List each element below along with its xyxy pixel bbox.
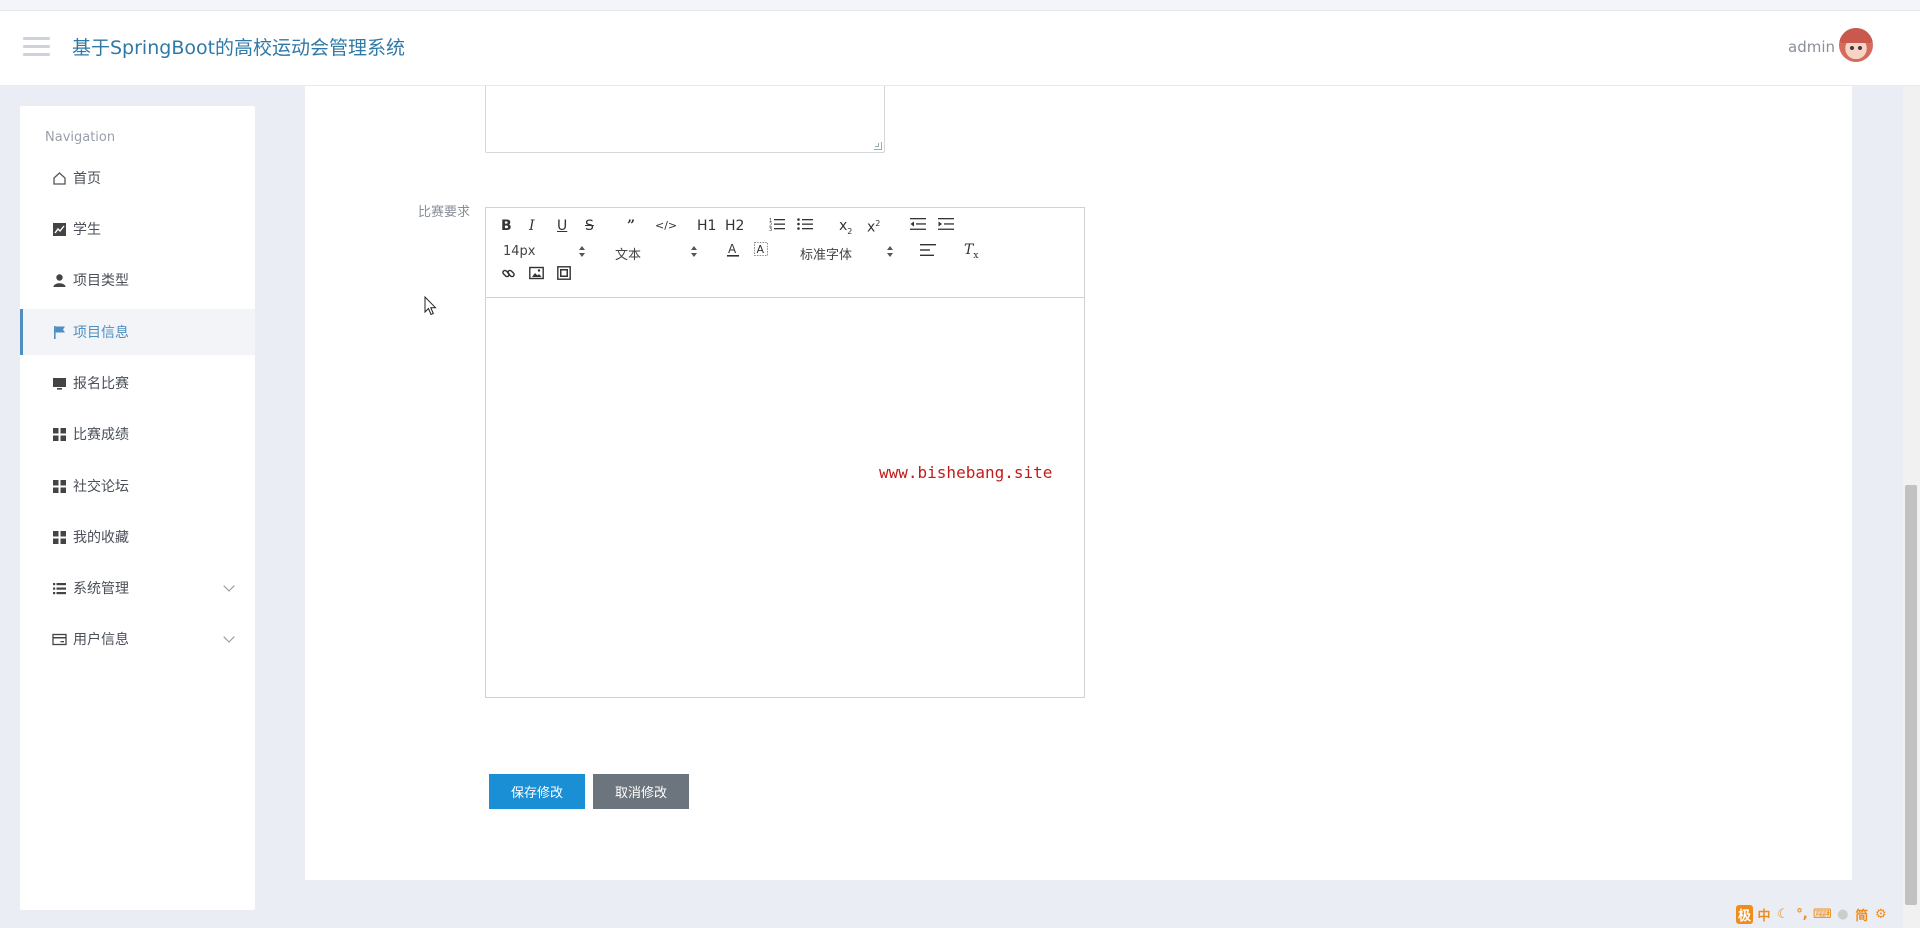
- sidebar-item-favorites[interactable]: 我的收藏: [20, 514, 255, 560]
- chevron-down-icon: [223, 631, 235, 643]
- punctuation-icon[interactable]: °,: [1794, 907, 1810, 922]
- italic-icon[interactable]: I: [529, 218, 535, 234]
- font-size-select[interactable]: 14px: [503, 244, 536, 259]
- code-block-icon[interactable]: </>: [655, 218, 677, 234]
- card-icon: [52, 632, 67, 647]
- clear-format-icon[interactable]: Tx: [964, 242, 978, 264]
- link-icon[interactable]: [501, 266, 516, 285]
- font-family-select[interactable]: 标准字体: [800, 244, 852, 263]
- mouse-pointer-icon: [424, 295, 437, 320]
- user-icon: [52, 273, 67, 288]
- sidebar-item-label: 系统管理: [73, 581, 129, 597]
- rich-text-editor: B I U S ” </> H1 H2 123 x2 x2 14px 文本 A …: [485, 207, 1085, 698]
- sidebar-item-match-results[interactable]: 比赛成绩: [20, 411, 255, 457]
- sidebar-item-label: 我的收藏: [73, 530, 129, 546]
- home-icon: [52, 171, 67, 186]
- image-icon[interactable]: [529, 266, 544, 284]
- bold-icon[interactable]: B: [501, 218, 512, 234]
- menu-toggle-icon[interactable]: [23, 36, 50, 58]
- ime-logo[interactable]: 极: [1736, 904, 1754, 924]
- grid-icon: [52, 530, 67, 545]
- strikethrough-icon[interactable]: S: [585, 218, 594, 234]
- grid-icon: [52, 427, 67, 442]
- gear-icon[interactable]: ⚙: [1873, 907, 1889, 922]
- list-icon: [52, 581, 67, 596]
- grid-icon: [52, 479, 67, 494]
- subscript-icon[interactable]: x2: [839, 218, 852, 240]
- user-icon[interactable]: ●: [1835, 907, 1851, 922]
- sidebar-item-system-management[interactable]: 系统管理: [20, 565, 255, 611]
- requirement-label: 比赛要求: [418, 205, 471, 220]
- sidebar-item-user-info[interactable]: 用户信息: [20, 616, 255, 662]
- nav-heading: Navigation: [45, 130, 116, 145]
- text-style-select[interactable]: 文本: [615, 244, 641, 263]
- ime-simplified[interactable]: 简: [1854, 905, 1870, 924]
- cancel-button[interactable]: 取消修改: [593, 774, 689, 809]
- sidebar-item-register-match[interactable]: 报名比赛: [20, 360, 255, 406]
- user-name[interactable]: admin: [1788, 38, 1835, 56]
- svg-text:A: A: [757, 243, 765, 256]
- select-arrows-icon: [887, 246, 893, 258]
- underline-icon[interactable]: U: [557, 218, 567, 234]
- sidebar-item-project-type[interactable]: 项目类型: [20, 257, 255, 303]
- sidebar-item-label: 用户信息: [73, 632, 129, 648]
- heading-1-icon[interactable]: H1: [697, 218, 716, 234]
- sidebar-item-label: 首页: [73, 171, 101, 187]
- sidebar-item-label: 报名比赛: [73, 376, 129, 392]
- chevron-down-icon: [223, 580, 235, 592]
- sidebar-item-students[interactable]: 学生: [20, 206, 255, 252]
- resize-handle-icon[interactable]: [874, 142, 882, 150]
- ime-mode-chinese[interactable]: 中: [1756, 905, 1772, 924]
- app-title: 基于SpringBoot的高校运动会管理系统: [72, 37, 406, 59]
- select-arrows-icon: [691, 246, 697, 258]
- blockquote-icon[interactable]: ”: [627, 218, 635, 234]
- heading-2-icon[interactable]: H2: [725, 218, 744, 234]
- video-icon[interactable]: [557, 266, 571, 284]
- sidebar-item-label: 项目类型: [73, 273, 129, 289]
- select-arrows-icon: [579, 246, 585, 258]
- outdent-icon[interactable]: [910, 217, 926, 235]
- avatar[interactable]: [1839, 28, 1873, 62]
- moon-icon[interactable]: ☾: [1775, 907, 1791, 922]
- scrollbar-thumb[interactable]: [1905, 485, 1917, 905]
- keyboard-icon[interactable]: ⌨: [1813, 907, 1832, 922]
- sidebar-item-home[interactable]: 首页: [20, 155, 255, 201]
- line-chart-icon: [52, 222, 67, 237]
- sidebar-item-label: 社交论坛: [73, 479, 129, 495]
- editor-content-area[interactable]: [486, 298, 1084, 697]
- sidebar-item-label: 比赛成绩: [73, 427, 129, 443]
- browser-top-strip: [0, 0, 1920, 11]
- align-left-icon[interactable]: [920, 243, 936, 261]
- monitor-icon: [52, 376, 67, 391]
- ordered-list-icon[interactable]: 123: [769, 217, 785, 235]
- svg-text:A: A: [728, 242, 737, 256]
- sidebar-item-project-info[interactable]: 项目信息: [20, 309, 255, 355]
- background-color-icon[interactable]: A: [754, 242, 768, 262]
- svg-text:3: 3: [769, 227, 772, 231]
- watermark-text: www.bishebang.site: [879, 463, 1053, 482]
- sidebar-item-label: 项目信息: [73, 325, 129, 341]
- editor-toolbar: B I U S ” </> H1 H2 123 x2 x2 14px 文本 A …: [486, 208, 1084, 298]
- flag-icon: [52, 325, 67, 340]
- font-color-icon[interactable]: A: [726, 242, 740, 262]
- sidebar-item-label: 学生: [73, 222, 101, 238]
- previous-textarea[interactable]: [485, 86, 885, 153]
- indent-icon[interactable]: [938, 217, 954, 235]
- sidebar-item-forum[interactable]: 社交论坛: [20, 463, 255, 509]
- bullet-list-icon[interactable]: [797, 217, 813, 235]
- sidebar: Navigation 首页 学生 项目类型 项目信息 报名比赛 比赛成绩 社交论…: [20, 106, 255, 910]
- top-header: 基于SpringBoot的高校运动会管理系统 admin: [0, 11, 1920, 86]
- superscript-icon[interactable]: x2: [867, 216, 880, 236]
- save-button[interactable]: 保存修改: [489, 774, 585, 809]
- ime-toolbar[interactable]: 极 中 ☾ °, ⌨ ● 简 ⚙: [1736, 904, 1889, 924]
